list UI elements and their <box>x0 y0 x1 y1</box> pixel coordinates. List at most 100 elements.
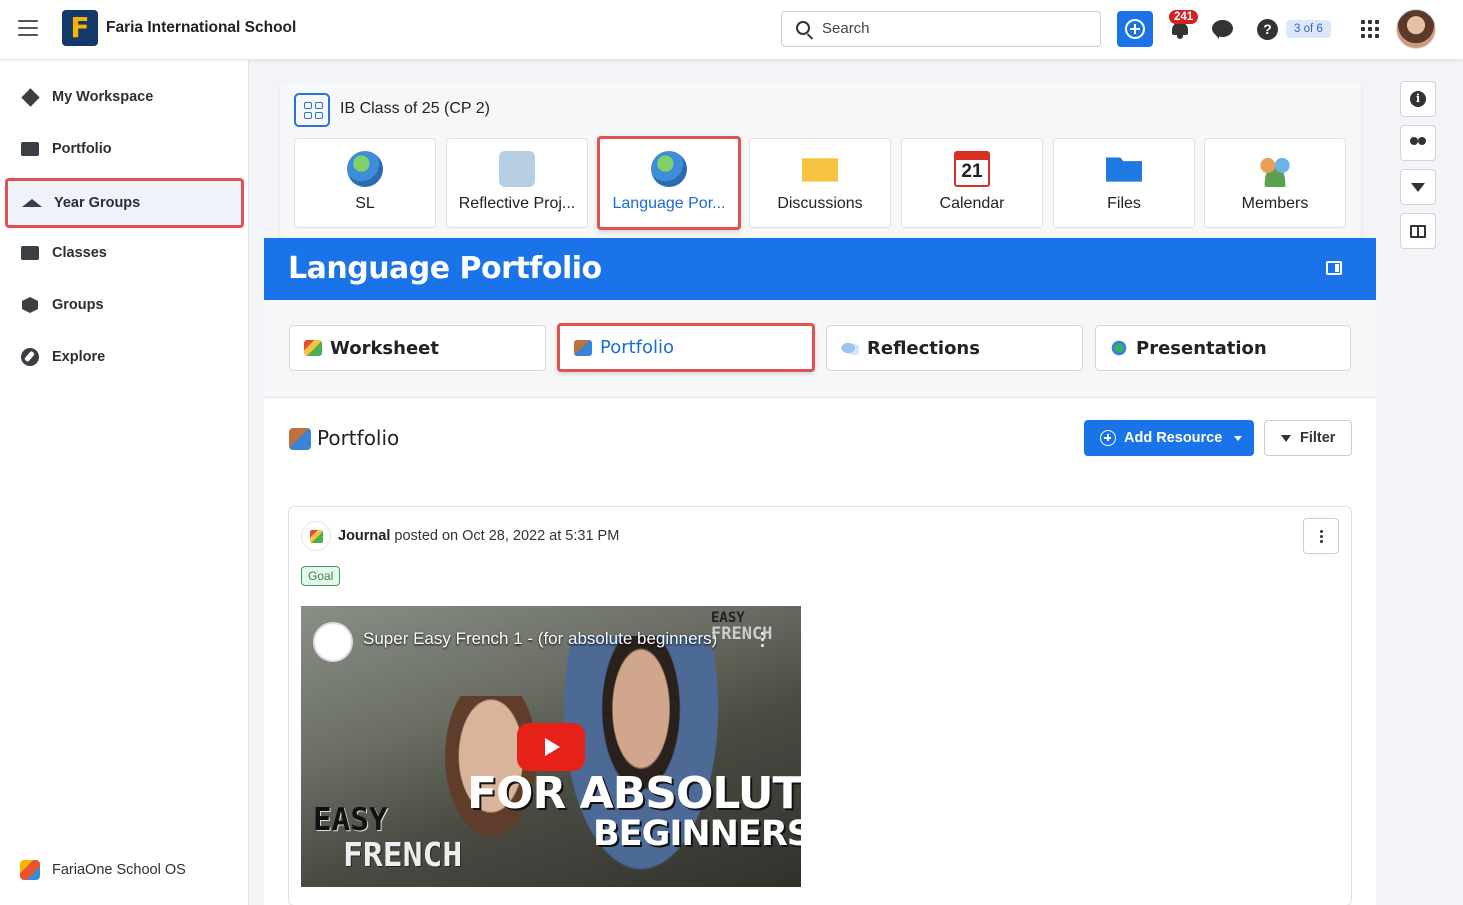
calendar-icon: 21 <box>954 151 990 187</box>
channel-avatar[interactable] <box>313 622 353 662</box>
funnel-icon <box>1281 434 1291 442</box>
create-button[interactable] <box>1117 11 1153 47</box>
info-icon: i <box>1410 91 1426 107</box>
more-options-button[interactable] <box>1303 518 1339 554</box>
sidebar-item-label: Classes <box>52 245 107 261</box>
tile-label: Discussions <box>777 195 863 212</box>
tile-sl[interactable]: SL <box>294 138 436 228</box>
tile-label: Language Por... <box>612 195 726 212</box>
portfolio-icon <box>574 339 592 356</box>
tile-label: SL <box>355 195 375 212</box>
sidebar-item-classes[interactable]: Classes <box>6 229 244 277</box>
tile-reflective-project[interactable]: Reflective Proj... <box>446 138 588 228</box>
classes-icon <box>21 246 39 260</box>
tile-language-portfolio[interactable]: Language Por... <box>597 136 741 230</box>
page-indicator[interactable]: 3 of 6 <box>1286 20 1331 38</box>
sidebar-item-label: Year Groups <box>54 195 141 211</box>
search-input[interactable] <box>822 20 1082 37</box>
subtab-label: Presentation <box>1136 337 1267 359</box>
panel-toggle-icon[interactable] <box>1326 261 1342 275</box>
help-icon[interactable]: ? <box>1257 19 1278 40</box>
video-embed[interactable]: Super Easy French 1 - (for absolute begi… <box>301 606 801 887</box>
school-name[interactable]: Faria International School <box>106 19 296 37</box>
tile-label: Reflective Proj... <box>458 195 576 212</box>
sidebar-item-year-groups[interactable]: Year Groups <box>5 178 244 228</box>
tile-label: Calendar <box>939 195 1005 212</box>
envelope-icon <box>802 158 838 182</box>
notification-count-badge: 241 <box>1169 10 1199 24</box>
compass-icon <box>21 348 39 366</box>
user-avatar[interactable] <box>1396 9 1436 49</box>
worksheet-icon <box>304 340 322 356</box>
post-meta: Journal posted on Oct 28, 2022 at 5:31 P… <box>338 528 619 544</box>
tile-calendar[interactable]: 21 Calendar <box>901 138 1043 228</box>
fariaone-link[interactable]: FariaOne School OS <box>20 860 186 880</box>
fariaone-label: FariaOne School OS <box>52 862 186 878</box>
tile-files[interactable]: Files <box>1053 138 1195 228</box>
filter-label: Filter <box>1300 430 1336 446</box>
section-title: Portfolio <box>317 426 400 450</box>
search-icon <box>796 21 810 35</box>
messages-icon[interactable] <box>1212 20 1233 39</box>
sidebar-item-label: Explore <box>52 349 106 365</box>
folder-icon <box>1106 157 1142 182</box>
guide-button[interactable] <box>1400 213 1436 249</box>
workspace-icon <box>20 87 40 107</box>
tile-label: Files <box>1107 195 1141 212</box>
filter-panel-button[interactable] <box>1400 169 1436 205</box>
subtab-label: Reflections <box>867 337 980 359</box>
funnel-icon <box>1411 182 1425 192</box>
tile-discussions[interactable]: Discussions <box>749 138 891 228</box>
people-icon <box>1409 137 1427 149</box>
book-icon <box>1410 224 1426 238</box>
briefcase-icon <box>21 142 39 156</box>
page-title: Language Portfolio <box>288 251 602 286</box>
video-corner-text: EASY <box>313 802 388 838</box>
globe-icon <box>347 151 383 187</box>
subtab-label: Portfolio <box>600 337 675 358</box>
tile-members[interactable]: Members <box>1204 138 1346 228</box>
video-title[interactable]: Super Easy French 1 - (for absolute begi… <box>363 629 717 649</box>
page-banner: Language Portfolio <box>264 238 1376 300</box>
class-grid-icon <box>294 93 330 127</box>
chevron-down-icon <box>1234 435 1243 441</box>
class-title: IB Class of 25 (CP 2) <box>340 100 490 117</box>
speech-bubble-icon <box>499 151 535 187</box>
globe-icon <box>651 151 687 187</box>
fariaone-logo-icon <box>20 860 40 880</box>
top-bar: F Faria International School 241 ? 3 of … <box>0 0 1463 60</box>
goal-tag[interactable]: Goal <box>301 566 341 586</box>
members-icon <box>1257 151 1293 187</box>
reflections-icon <box>841 340 859 356</box>
add-resource-button[interactable]: Add Resource <box>1084 420 1254 456</box>
app-grid-icon[interactable] <box>1361 20 1379 38</box>
play-button-icon[interactable] <box>517 723 585 771</box>
subtab-presentation[interactable]: Presentation <box>1095 325 1351 371</box>
video-brand: EASY FRENCH <box>711 610 773 644</box>
sidebar-item-explore[interactable]: Explore <box>6 333 244 381</box>
journal-avatar <box>301 521 331 551</box>
video-corner-text: FRENCH <box>343 835 463 874</box>
presentation-icon <box>1110 340 1128 356</box>
sidebar-item-label: Groups <box>52 297 104 313</box>
hamburger-menu-icon[interactable] <box>18 20 38 36</box>
sidebar-item-label: Portfolio <box>52 141 112 157</box>
subtab-portfolio[interactable]: Portfolio <box>557 323 815 372</box>
members-button[interactable] <box>1400 125 1436 161</box>
sidebar-item-my-workspace[interactable]: My Workspace <box>6 73 244 121</box>
worksheet-icon <box>310 530 323 543</box>
plus-circle-icon <box>1125 19 1145 39</box>
info-button[interactable]: i <box>1400 81 1436 117</box>
subtab-worksheet[interactable]: Worksheet <box>289 325 546 371</box>
school-logo[interactable]: F <box>62 10 98 46</box>
filter-button[interactable]: Filter <box>1264 420 1352 456</box>
cube-icon <box>22 297 38 313</box>
graduation-cap-icon <box>22 199 42 207</box>
subtab-reflections[interactable]: Reflections <box>826 325 1083 371</box>
sidebar-item-groups[interactable]: Groups <box>6 281 244 329</box>
sidebar-item-portfolio[interactable]: Portfolio <box>6 125 244 173</box>
portfolio-icon <box>289 428 311 450</box>
search-box[interactable] <box>781 11 1101 47</box>
post-author[interactable]: Journal <box>338 528 390 544</box>
plus-circle-icon <box>1100 430 1116 446</box>
